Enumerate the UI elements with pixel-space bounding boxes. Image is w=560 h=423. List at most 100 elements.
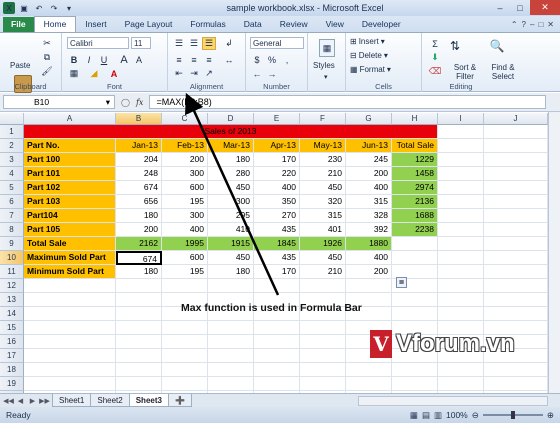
grid-cell[interactable]	[24, 293, 116, 307]
total-row-cell[interactable]: 2162	[116, 237, 162, 251]
table-header-cell[interactable]: Total Sale	[392, 139, 438, 153]
grid-cell[interactable]	[438, 223, 484, 237]
value-cell[interactable]: 410	[208, 223, 254, 237]
name-box[interactable]: B10 ▾	[3, 95, 115, 109]
value-cell[interactable]: 400	[346, 181, 392, 195]
row-header-17[interactable]: 17	[0, 349, 24, 363]
grid-cell[interactable]	[438, 153, 484, 167]
max-row-cell[interactable]: 600	[162, 251, 208, 265]
align-top-icon[interactable]: ☰	[172, 37, 186, 50]
row-header-9[interactable]: 9	[0, 237, 24, 251]
grid-cell[interactable]	[392, 251, 438, 265]
table-title[interactable]: Sales of 2013	[24, 125, 438, 139]
min-row-cell[interactable]: 180	[116, 265, 162, 279]
font-size-select[interactable]: 11	[131, 37, 151, 49]
tab-developer[interactable]: Developer	[353, 17, 410, 32]
value-cell[interactable]: 270	[254, 209, 300, 223]
min-row-cell[interactable]: 195	[162, 265, 208, 279]
delete-cells-button[interactable]: ⊟ Delete ▾	[350, 51, 388, 60]
excel-logo-icon[interactable]: X	[3, 2, 15, 14]
currency-button[interactable]: $	[250, 53, 264, 66]
grid-cell[interactable]	[162, 377, 208, 391]
grid-cell[interactable]	[162, 279, 208, 293]
part-name-cell[interactable]: Part104	[24, 209, 116, 223]
value-cell[interactable]: 300	[162, 209, 208, 223]
min-row-cell[interactable]: 180	[208, 265, 254, 279]
copy-icon[interactable]: ⧉	[40, 51, 54, 64]
grid-cell[interactable]	[484, 377, 548, 391]
max-row-cell[interactable]: 450	[208, 251, 254, 265]
grid-cell[interactable]	[116, 307, 162, 321]
grid-cell[interactable]	[484, 237, 548, 251]
minimize-button[interactable]: –	[490, 0, 510, 15]
grid-cell[interactable]	[438, 181, 484, 195]
grid-cell[interactable]	[116, 363, 162, 377]
value-cell[interactable]: 248	[116, 167, 162, 181]
grid-cell[interactable]	[24, 279, 116, 293]
sheet-tab-sheet2[interactable]: Sheet2	[90, 394, 130, 407]
tab-home[interactable]: Home	[33, 16, 77, 32]
workbook-minimize-icon[interactable]: –	[530, 20, 534, 29]
value-cell[interactable]: 170	[254, 153, 300, 167]
vertical-scrollbar[interactable]	[548, 112, 560, 393]
table-header-cell[interactable]: Jan-13	[116, 139, 162, 153]
merge-center-icon[interactable]: ↔	[222, 53, 236, 66]
grid-cell[interactable]	[438, 307, 484, 321]
min-row-cell[interactable]: 210	[300, 265, 346, 279]
total-sale-label[interactable]: Total Sale	[24, 237, 116, 251]
grid-cell[interactable]	[300, 279, 346, 293]
row-header-3[interactable]: 3	[0, 153, 24, 167]
active-cell-b10[interactable]: 674	[116, 251, 162, 265]
column-header-h[interactable]: H	[392, 113, 438, 125]
row-header-2[interactable]: 2	[0, 139, 24, 153]
bold-button[interactable]: B	[67, 53, 81, 66]
value-cell[interactable]: 200	[162, 153, 208, 167]
increase-indent-icon[interactable]: ⇥	[187, 67, 201, 80]
grid-cell[interactable]	[300, 363, 346, 377]
part-name-cell[interactable]: Part 105	[24, 223, 116, 237]
clear-icon[interactable]: ⌫	[428, 65, 442, 78]
value-cell[interactable]: 674	[116, 181, 162, 195]
grid-cell[interactable]	[24, 335, 116, 349]
row-header-15[interactable]: 15	[0, 321, 24, 335]
tab-review[interactable]: Review	[271, 17, 317, 32]
value-cell[interactable]: 180	[208, 153, 254, 167]
grid-cell[interactable]	[116, 377, 162, 391]
grid-cell[interactable]	[208, 279, 254, 293]
grid-cell[interactable]	[116, 335, 162, 349]
page-break-view-icon[interactable]: ▥	[434, 410, 442, 421]
total-row-cell[interactable]: 1995	[162, 237, 208, 251]
grow-font-icon[interactable]: A	[117, 53, 131, 66]
table-header-cell[interactable]: Jun-13	[346, 139, 392, 153]
grid-cell[interactable]	[392, 377, 438, 391]
align-middle-icon[interactable]: ☰	[187, 37, 201, 50]
grid-cell[interactable]	[392, 237, 438, 251]
grid-cell[interactable]	[438, 167, 484, 181]
grid-cell[interactable]	[484, 153, 548, 167]
row-header-6[interactable]: 6	[0, 195, 24, 209]
value-cell[interactable]: 210	[300, 167, 346, 181]
workbook-restore-icon[interactable]: □	[538, 20, 543, 29]
grid-cell[interactable]	[254, 321, 300, 335]
wrap-text-icon[interactable]: ↲	[222, 37, 236, 50]
total-row-cell[interactable]: 1880	[346, 237, 392, 251]
grid-cell[interactable]	[484, 279, 548, 293]
total-sale-cell[interactable]: 2238	[392, 223, 438, 237]
borders-icon[interactable]: ▦	[67, 67, 81, 80]
value-cell[interactable]: 315	[346, 195, 392, 209]
row-header-18[interactable]: 18	[0, 363, 24, 377]
row-header-8[interactable]: 8	[0, 223, 24, 237]
save-icon[interactable]: ▣	[18, 2, 30, 14]
grid-cell[interactable]	[484, 139, 548, 153]
value-cell[interactable]: 300	[208, 195, 254, 209]
total-sale-cell[interactable]: 1458	[392, 167, 438, 181]
underline-button[interactable]: U	[97, 53, 111, 66]
row-header-19[interactable]: 19	[0, 377, 24, 391]
total-sale-cell[interactable]: 2136	[392, 195, 438, 209]
value-cell[interactable]: 450	[300, 181, 346, 195]
grid-cell[interactable]	[116, 349, 162, 363]
grid-cell[interactable]	[254, 335, 300, 349]
row-header-7[interactable]: 7	[0, 209, 24, 223]
sheet-tab-sheet1[interactable]: Sheet1	[52, 394, 92, 407]
align-left-icon[interactable]: ≡	[172, 53, 186, 66]
